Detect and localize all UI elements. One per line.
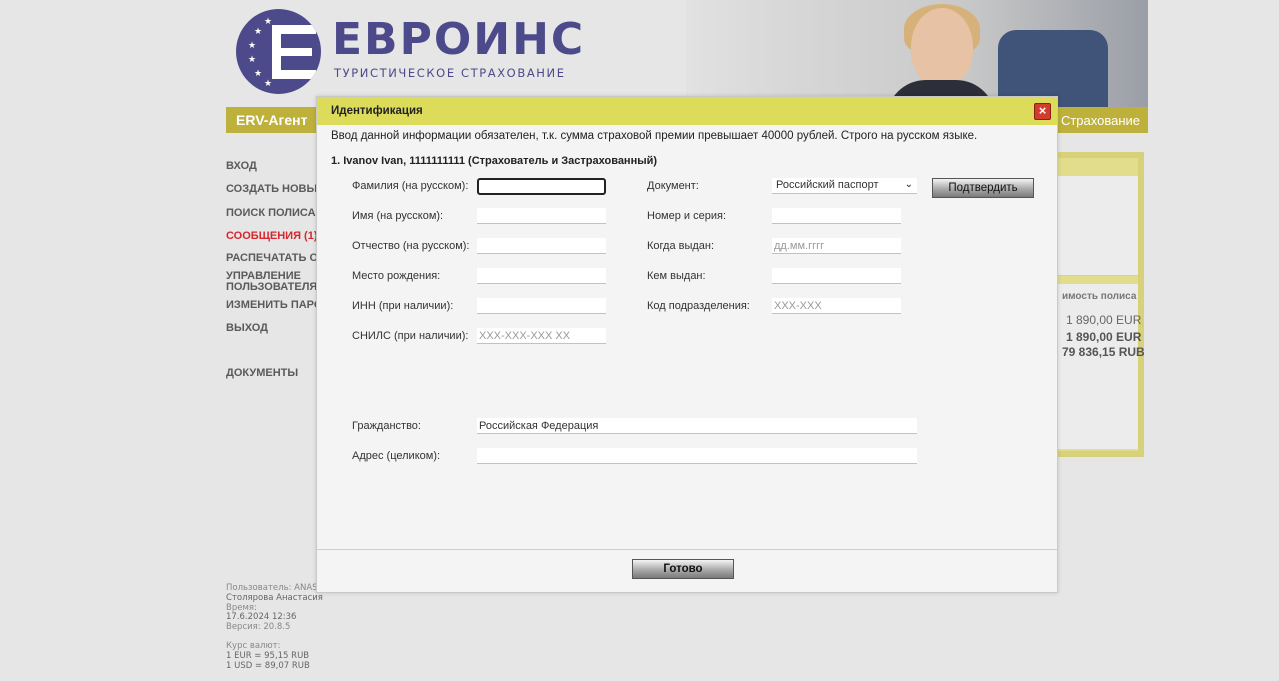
patronymic-label: Отчество (на русском): bbox=[352, 240, 470, 252]
birthplace-label: Место рождения: bbox=[352, 270, 441, 282]
identification-dialog: Идентификация × Ввод данной информации о… bbox=[316, 96, 1058, 593]
brand-subtitle: ТУРИСТИЧЕСКОЕ СТРАХОВАНИЕ bbox=[334, 66, 566, 80]
version-label: Версия: 20.8.5 bbox=[226, 622, 291, 633]
cost-value-rub: 79 836,15 RUB bbox=[1062, 345, 1145, 359]
address-label: Адрес (целиком): bbox=[352, 450, 441, 462]
menu-item-print[interactable]: РАСПЕЧАТАТЬ ОТ bbox=[226, 252, 325, 264]
inn-label: ИНН (при наличии): bbox=[352, 300, 454, 312]
menu-item-messages[interactable]: СООБЩЕНИЯ (1) bbox=[226, 230, 318, 242]
nav-agent-label[interactable]: ERV-Агент bbox=[236, 112, 307, 128]
brand-logo[interactable]: ★ ★ ★ ★ ★ ★ ЕВРОИНС ТУРИСТИЧЕСКОЕ СТРАХО… bbox=[236, 8, 583, 96]
address-input[interactable] bbox=[477, 448, 917, 464]
document-label: Документ: bbox=[647, 180, 699, 192]
doc-number-input[interactable] bbox=[772, 208, 901, 224]
menu-item-login[interactable]: ВХОД bbox=[226, 160, 257, 172]
brand-title: ЕВРОИНС bbox=[332, 14, 586, 65]
lastname-label: Фамилия (на русском): bbox=[352, 180, 469, 192]
dialog-title-bar[interactable]: Идентификация × bbox=[317, 97, 1057, 125]
close-icon[interactable]: × bbox=[1034, 103, 1051, 120]
menu-item-logout[interactable]: ВЫХОД bbox=[226, 322, 268, 334]
cost-value-1: 1 890,00 EUR bbox=[1066, 313, 1142, 327]
dialog-title: Идентификация bbox=[331, 105, 423, 117]
logo-emblem-icon: ★ ★ ★ ★ ★ ★ bbox=[236, 9, 321, 94]
cost-header: имость полиса bbox=[1062, 291, 1137, 302]
dialog-divider bbox=[317, 549, 1057, 550]
doc-number-label: Номер и серия: bbox=[647, 210, 727, 222]
issued-by-input[interactable] bbox=[772, 268, 901, 284]
nav-right-link[interactable]: е Страхование bbox=[1050, 113, 1140, 128]
menu-item-documents[interactable]: ДОКУМЕНТЫ bbox=[226, 367, 298, 379]
firstname-input[interactable] bbox=[477, 208, 606, 224]
menu-item-user-management-2[interactable]: ПОЛЬЗОВАТЕЛЯМ bbox=[226, 281, 326, 293]
done-button[interactable]: Готово bbox=[632, 559, 734, 579]
dialog-note: Ввод данной информации обязателен, т.к. … bbox=[331, 130, 978, 142]
inn-input[interactable] bbox=[477, 298, 606, 314]
menu-item-change-password[interactable]: ИЗМЕНИТЬ ПАРО bbox=[226, 299, 322, 311]
patronymic-input[interactable] bbox=[477, 238, 606, 254]
firstname-label: Имя (на русском): bbox=[352, 210, 444, 222]
issue-date-input[interactable] bbox=[772, 238, 901, 254]
document-select[interactable]: Российский паспорт ⌄ bbox=[772, 178, 917, 194]
division-code-input[interactable] bbox=[772, 298, 901, 314]
citizenship-label: Гражданство: bbox=[352, 420, 421, 432]
snils-input[interactable] bbox=[477, 328, 606, 344]
menu-item-search-policy[interactable]: ПОИСК ПОЛИСА bbox=[226, 207, 316, 219]
document-select-value: Российский паспорт bbox=[776, 179, 879, 191]
header-photo bbox=[686, 0, 1148, 107]
person-header: 1. Ivanov Ivan, 1111111111 (Страхователь… bbox=[331, 155, 658, 167]
chevron-down-icon: ⌄ bbox=[904, 179, 913, 190]
division-code-label: Код подразделения: bbox=[647, 300, 750, 312]
lastname-input[interactable] bbox=[477, 178, 606, 195]
issue-date-label: Когда выдан: bbox=[647, 240, 715, 252]
citizenship-input[interactable] bbox=[477, 418, 917, 434]
rate-usd: 1 USD = 89,07 RUB bbox=[226, 660, 310, 671]
birthplace-input[interactable] bbox=[477, 268, 606, 284]
cost-value-2: 1 890,00 EUR bbox=[1066, 330, 1142, 344]
snils-label: СНИЛС (при наличии): bbox=[352, 330, 469, 342]
confirm-button[interactable]: Подтвердить bbox=[932, 178, 1034, 198]
menu-item-create-new[interactable]: СОЗДАТЬ НОВЫЙ bbox=[226, 183, 325, 195]
issued-by-label: Кем выдан: bbox=[647, 270, 706, 282]
session-info: Пользователь: ANAS Столярова Анастасия В… bbox=[226, 583, 323, 671]
